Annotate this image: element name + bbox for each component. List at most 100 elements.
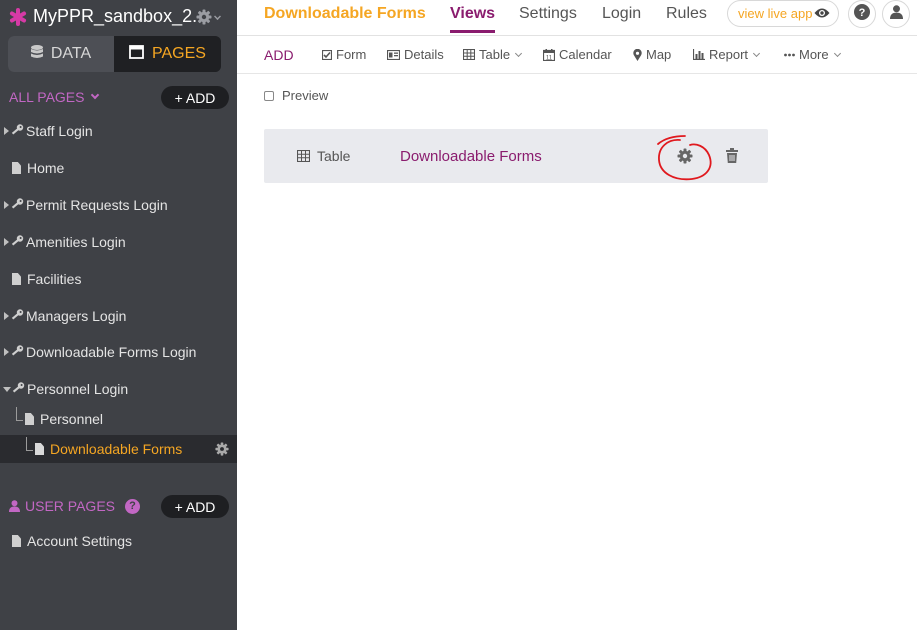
- checkbox-icon[interactable]: [264, 90, 274, 101]
- sidebar: MyPPR_sandbox_2... DATA PAGES ALL PAGES …: [0, 0, 237, 630]
- app-logo-icon: [8, 7, 28, 32]
- add-table-dropdown[interactable]: Table: [463, 47, 523, 62]
- expand-arrow-icon[interactable]: [4, 312, 9, 320]
- help-button[interactable]: ?: [848, 0, 876, 28]
- sidebar-item-personnel-login[interactable]: Personnel Login: [0, 375, 237, 403]
- add-table-label: Table: [479, 47, 511, 62]
- map-marker-icon: [633, 48, 642, 61]
- sidebar-item-label: Personnel Login: [27, 381, 129, 397]
- tab-rules[interactable]: Rules: [666, 5, 707, 23]
- page-icon: [12, 535, 21, 547]
- add-calendar-button[interactable]: 11 Calendar: [543, 47, 612, 62]
- svg-text:?: ?: [859, 7, 866, 19]
- key-icon: [10, 197, 24, 213]
- sidebar-item-staff-login[interactable]: Staff Login: [0, 117, 237, 145]
- chevron-down-icon: [833, 49, 841, 57]
- preview-label: Preview: [282, 88, 329, 103]
- tab-settings[interactable]: Settings: [519, 5, 577, 23]
- preview-checkbox[interactable]: Preview: [264, 88, 328, 103]
- view-type: Table: [297, 148, 350, 164]
- eye-icon: [814, 7, 830, 22]
- tab-data[interactable]: DATA: [8, 36, 114, 72]
- page-icon: [12, 162, 21, 174]
- table-grid-icon: [463, 49, 475, 60]
- page-settings-gear-icon[interactable]: [215, 442, 229, 459]
- svg-text:11: 11: [546, 55, 553, 61]
- key-icon: [10, 308, 24, 324]
- tree-connector: [16, 407, 23, 421]
- add-map-label: Map: [646, 47, 672, 62]
- expand-arrow-icon[interactable]: [4, 348, 9, 356]
- help-icon[interactable]: ?: [125, 498, 140, 514]
- expand-arrow-icon[interactable]: [4, 201, 9, 209]
- sidebar-item-permit-requests-login[interactable]: Permit Requests Login: [0, 191, 237, 219]
- key-icon: [10, 344, 24, 360]
- sidebar-item-label: Downloadable Forms Login: [26, 344, 197, 360]
- user-pages-heading: USER PAGES ?: [9, 498, 140, 514]
- sidebar-item-label: Permit Requests Login: [26, 197, 168, 213]
- view-card[interactable]: Table Downloadable Forms: [264, 129, 768, 183]
- sidebar-item-label: Home: [27, 160, 65, 176]
- tab-pages[interactable]: PAGES: [114, 36, 221, 72]
- add-page-button[interactable]: + ADD: [161, 86, 229, 109]
- account-button[interactable]: [882, 0, 910, 28]
- delete-view-trash-icon[interactable]: [726, 148, 738, 168]
- add-map-button[interactable]: Map: [633, 47, 671, 62]
- sidebar-item-account-settings[interactable]: Account Settings: [0, 527, 237, 555]
- view-name-link[interactable]: Downloadable Forms: [400, 148, 542, 165]
- sidebar-item-facilities[interactable]: Facilities: [0, 265, 237, 293]
- key-icon: [11, 381, 25, 397]
- tab-data-label: DATA: [50, 45, 92, 62]
- sidebar-item-label: Staff Login: [26, 123, 93, 139]
- sidebar-item-label: Downloadable Forms: [50, 441, 183, 457]
- user-icon: [9, 500, 20, 512]
- sidebar-item-personnel[interactable]: Personnel: [0, 405, 237, 433]
- sidebar-item-label: Account Settings: [27, 533, 133, 549]
- collapse-arrow-icon[interactable]: [3, 386, 11, 392]
- view-type-label: Table: [317, 148, 351, 164]
- add-form-button[interactable]: Form: [322, 47, 366, 62]
- view-toolbar: ADD Form Details Table 11 Calendar Map R…: [237, 36, 917, 74]
- sidebar-item-home[interactable]: Home: [0, 154, 237, 182]
- expand-arrow-icon[interactable]: [4, 127, 9, 135]
- form-checkbox-icon: [322, 49, 332, 60]
- sidebar-item-downloadable-forms[interactable]: Downloadable Forms: [0, 435, 237, 463]
- user-icon: [889, 4, 903, 24]
- more-views-label: More: [799, 47, 829, 62]
- view-live-app-label: view live app: [738, 6, 813, 21]
- sidebar-item-label: Facilities: [27, 271, 82, 287]
- page-title: Downloadable Forms: [264, 5, 426, 22]
- add-details-button[interactable]: Details: [387, 47, 444, 62]
- more-views-dropdown[interactable]: More: [784, 47, 841, 62]
- ellipsis-icon: [784, 53, 795, 57]
- page-icon: [25, 413, 34, 425]
- all-pages-dropdown[interactable]: ALL PAGES: [9, 89, 100, 105]
- sidebar-item-managers-login[interactable]: Managers Login: [0, 302, 237, 330]
- details-card-icon: [387, 49, 400, 60]
- calendar-icon: 11: [543, 48, 555, 61]
- top-nav: Downloadable Forms Views Settings Login …: [237, 0, 917, 36]
- sidebar-item-label: Personnel: [40, 411, 104, 427]
- app-name[interactable]: MyPPR_sandbox_2...: [33, 6, 207, 27]
- view-settings-gear-icon[interactable]: [677, 148, 693, 169]
- view-live-app-button[interactable]: view live app: [727, 0, 839, 27]
- add-report-label: Report: [709, 47, 749, 62]
- chevron-down-icon[interactable]: [214, 13, 221, 20]
- tree-connector: [26, 437, 33, 451]
- sidebar-item-label: Amenities Login: [26, 234, 126, 250]
- all-pages-label: ALL PAGES: [9, 89, 85, 105]
- add-details-label: Details: [404, 47, 444, 62]
- active-tab-indicator: [450, 30, 495, 33]
- tab-login[interactable]: Login: [602, 5, 641, 23]
- database-icon: [30, 44, 43, 64]
- expand-arrow-icon[interactable]: [4, 238, 9, 246]
- data-pages-toggle: DATA PAGES: [8, 36, 221, 72]
- sidebar-item-amenities-login[interactable]: Amenities Login: [0, 228, 237, 256]
- tab-views[interactable]: Views: [450, 5, 495, 23]
- app-settings-gear-icon[interactable]: [196, 9, 212, 30]
- table-grid-icon: [297, 150, 310, 162]
- sidebar-item-downloadable-forms-login[interactable]: Downloadable Forms Login: [0, 338, 237, 366]
- key-icon: [10, 123, 24, 139]
- add-user-page-button[interactable]: + ADD: [161, 495, 229, 518]
- add-report-dropdown[interactable]: Report: [693, 47, 761, 62]
